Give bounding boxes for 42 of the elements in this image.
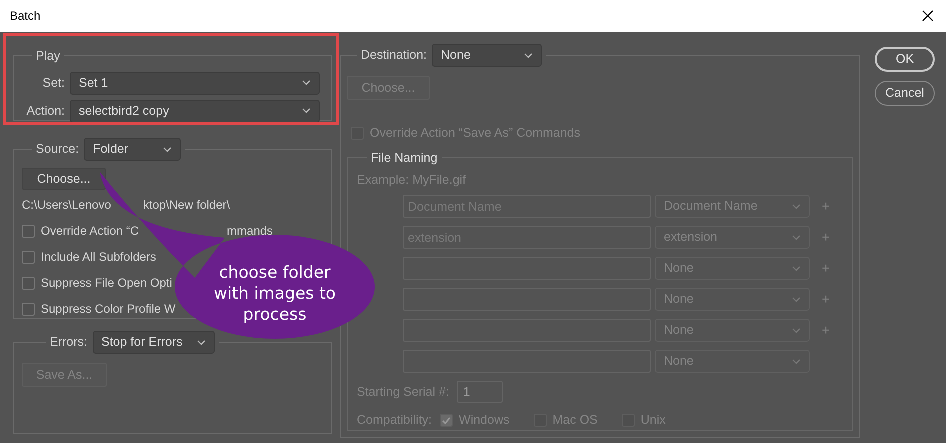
dropdown[interactable]: None bbox=[432, 44, 542, 67]
chevron-icon bbox=[302, 108, 311, 114]
chevron-icon bbox=[792, 204, 801, 210]
checkbox[interactable] bbox=[440, 414, 454, 428]
chevron-icon bbox=[196, 340, 206, 346]
chevron-icon bbox=[163, 146, 172, 152]
checkbox[interactable] bbox=[22, 276, 35, 290]
play-legend: Play bbox=[36, 49, 60, 63]
dropdown[interactable]: selectbird2 copy bbox=[70, 100, 320, 123]
close-icon[interactable] bbox=[922, 10, 934, 22]
checkbox[interactable] bbox=[22, 250, 35, 264]
chevron-icon bbox=[302, 80, 311, 86]
checkbox-label: mmands bbox=[227, 223, 274, 240]
checkbox-label: Suppress File Open Opti bbox=[41, 275, 172, 292]
checkbox-label: Include All Subfolders bbox=[41, 249, 156, 266]
checkmark-icon bbox=[442, 416, 452, 425]
chevron-icon bbox=[792, 358, 801, 365]
callout-text: choose folder with images to process bbox=[212, 262, 338, 325]
errors-label: Errors: bbox=[50, 334, 88, 352]
destination-label: Destination: bbox=[361, 47, 428, 64]
set-label: Set: bbox=[42, 74, 65, 92]
dropdown[interactable]: Folder bbox=[84, 138, 182, 161]
chevron-icon bbox=[524, 52, 534, 58]
dropdown[interactable]: Stop for Errors bbox=[92, 331, 214, 354]
chevron-icon bbox=[792, 234, 801, 241]
checkbox[interactable] bbox=[22, 224, 35, 238]
source-label: Source: bbox=[36, 141, 80, 158]
file-naming-legend: File Naming bbox=[371, 150, 438, 165]
checkbox[interactable] bbox=[22, 302, 35, 316]
chevron-icon bbox=[792, 296, 801, 303]
checkbox-label: Override Action “C bbox=[41, 223, 140, 240]
dialog-button[interactable]: Cancel bbox=[875, 81, 935, 106]
action-label: Action: bbox=[26, 102, 65, 120]
dialog-button[interactable]: OK bbox=[875, 47, 935, 72]
folder-path: ktop\New folder\ bbox=[143, 197, 230, 214]
checkbox-label: Suppress Color Profile W bbox=[41, 301, 176, 318]
folder-path: C:\Users\Lenovo bbox=[22, 197, 112, 214]
chevron-icon bbox=[792, 266, 801, 272]
dropdown[interactable]: Set 1 bbox=[70, 72, 320, 95]
choose-button[interactable]: Choose... bbox=[22, 168, 106, 190]
chevron-icon bbox=[792, 328, 801, 334]
window-title: Batch bbox=[10, 8, 41, 25]
